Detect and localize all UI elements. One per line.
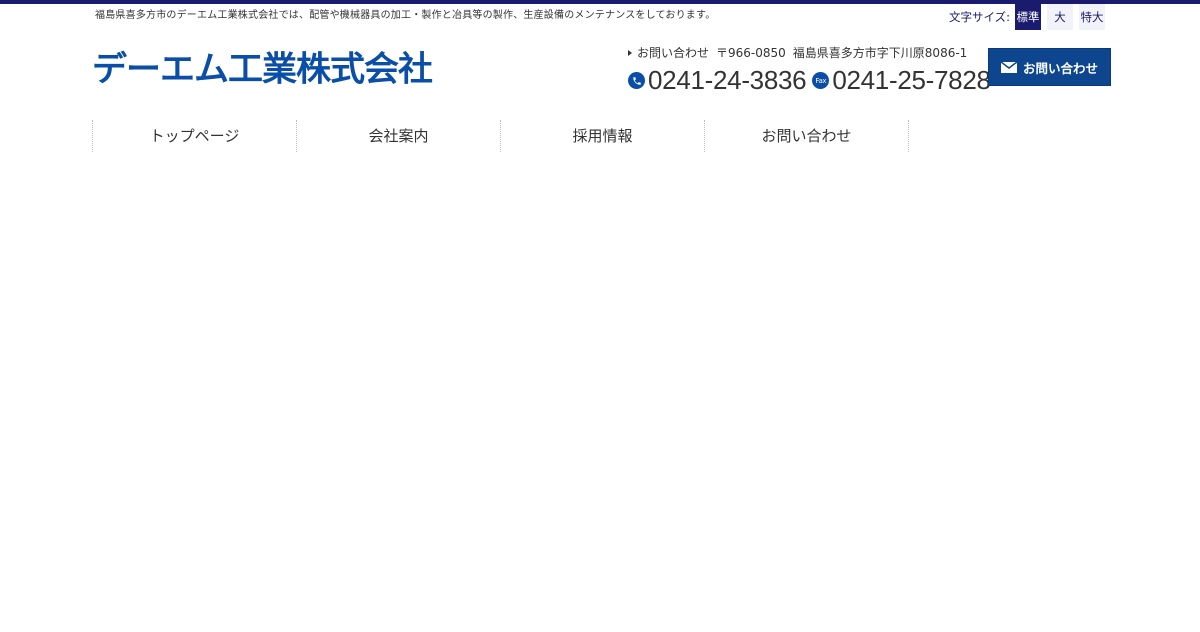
font-size-standard-button[interactable]: 標準: [1015, 4, 1042, 30]
company-logo[interactable]: デーエム工業株式会社: [92, 42, 433, 91]
font-size-switcher: 文字サイズ: 標準 大 特大: [949, 4, 1106, 30]
tel-number[interactable]: 0241-24-3836: [648, 65, 807, 96]
contact-button[interactable]: お問い合わせ: [988, 48, 1111, 86]
postal-code: 〒966-0850: [716, 46, 786, 60]
font-size-label: 文字サイズ:: [949, 10, 1011, 24]
inquiry-label: お問い合わせ: [637, 46, 710, 60]
mail-icon: [1000, 61, 1017, 73]
phone-numbers: 0241-24-3836 Fax 0241-25-7828: [628, 65, 991, 96]
nav-item-contact[interactable]: お問い合わせ: [704, 120, 908, 152]
font-size-large-button[interactable]: 大: [1047, 4, 1074, 30]
fax-number: 0241-25-7828: [832, 65, 991, 95]
contact-button-label: お問い合わせ: [1022, 60, 1098, 76]
nav-item-recruit[interactable]: 採用情報: [500, 120, 704, 152]
site-tagline: 福島県喜多方市のデーエム工業株式会社では、配管や機械器具の加工・製作と冶具等の製…: [95, 10, 716, 21]
nav-divider: [908, 120, 910, 152]
global-navigation: トップページ 会社案内 採用情報 お問い合わせ: [92, 120, 910, 152]
nav-item-top[interactable]: トップページ: [92, 120, 296, 152]
address: 福島県喜多方市字下川原8086-1: [792, 46, 968, 60]
font-size-extra-large-button[interactable]: 特大: [1079, 4, 1106, 30]
phone-icon: [628, 72, 645, 89]
arrow-right-icon: [628, 49, 632, 56]
address-line: お問い合わせ 〒966-0850 福島県喜多方市字下川原8086-1: [628, 44, 976, 61]
contact-info: お問い合わせ 〒966-0850 福島県喜多方市字下川原8086-1 0241-…: [628, 44, 991, 96]
nav-item-company[interactable]: 会社案内: [296, 120, 500, 152]
fax-icon: Fax: [812, 72, 830, 89]
